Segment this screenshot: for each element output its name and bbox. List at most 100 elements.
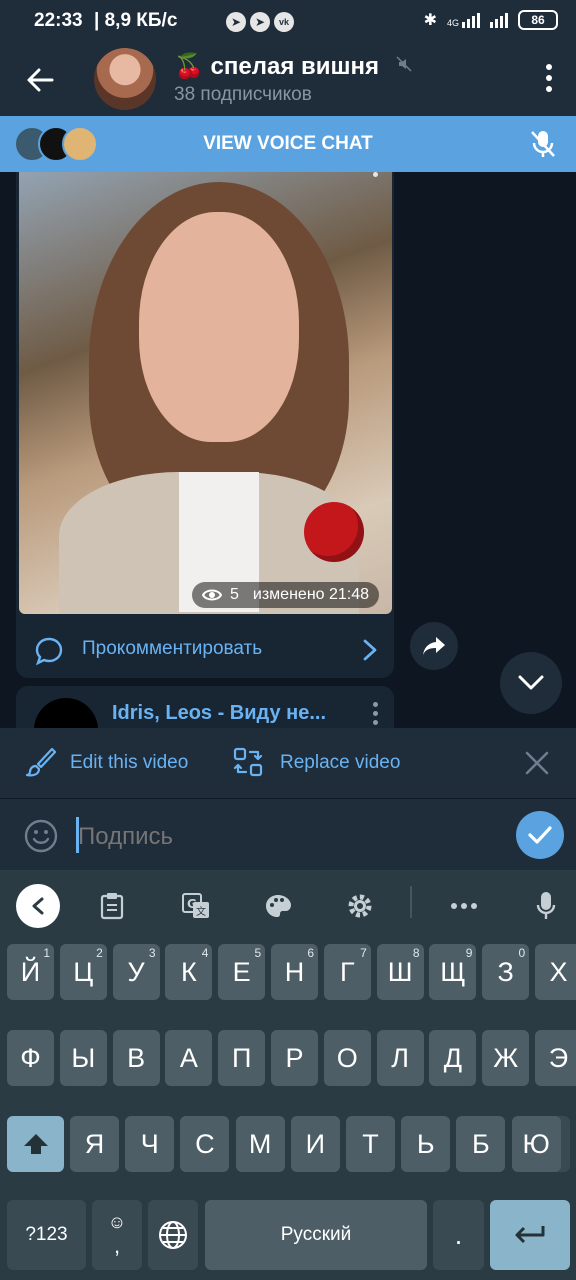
- voice-input-mic-icon[interactable]: [526, 888, 566, 924]
- voice-chat-bar[interactable]: VIEW VOICE CHAT: [0, 116, 576, 172]
- chevron-right-icon: [363, 639, 377, 661]
- shift-icon: [23, 1134, 48, 1154]
- letter-key[interactable]: Э: [535, 1030, 576, 1086]
- shift-key[interactable]: [7, 1116, 64, 1172]
- letter-key[interactable]: Ф: [7, 1030, 54, 1086]
- svg-text:文: 文: [196, 905, 206, 918]
- letter-key[interactable]: Д: [429, 1030, 477, 1086]
- key-label: Й: [20, 956, 41, 987]
- symbols-key[interactable]: ?123: [7, 1200, 86, 1270]
- key-label: З: [497, 956, 514, 987]
- letter-key[interactable]: Й1: [7, 944, 54, 1000]
- letter-key[interactable]: Ц2: [59, 944, 107, 1000]
- emoji-comma-key[interactable]: ☺ ,: [92, 1200, 142, 1270]
- brush-icon[interactable]: [24, 746, 56, 778]
- language-globe-key[interactable]: [148, 1200, 198, 1270]
- back-button[interactable]: [20, 60, 60, 100]
- status-time: 22:33: [34, 10, 83, 31]
- replace-video-button[interactable]: Replace video: [280, 752, 400, 774]
- channel-avatar[interactable]: [94, 48, 156, 110]
- audio-menu-icon[interactable]: [373, 702, 378, 725]
- key-label: Э: [548, 1042, 569, 1073]
- letter-key[interactable]: О: [323, 1030, 371, 1086]
- letter-key[interactable]: Ш8: [376, 944, 424, 1000]
- key-number-hint: 6: [307, 946, 314, 960]
- letter-key[interactable]: Б: [456, 1116, 506, 1172]
- letter-key[interactable]: Р: [271, 1030, 318, 1086]
- letter-key[interactable]: Е5: [218, 944, 266, 1000]
- check-icon: [528, 826, 552, 844]
- battery-icon: 86: [518, 10, 558, 30]
- letter-key[interactable]: К4: [165, 944, 213, 1000]
- close-icon[interactable]: [524, 750, 550, 776]
- key-label: Ш: [387, 956, 413, 987]
- period-key[interactable]: .: [433, 1200, 484, 1270]
- signal-icon: 4G: [446, 12, 480, 28]
- key-label: Ы: [71, 1042, 96, 1073]
- key-label: Г: [339, 956, 355, 987]
- letter-key[interactable]: Я: [70, 1116, 119, 1172]
- key-label: Ф: [20, 1042, 41, 1073]
- edit-video-button[interactable]: Edit this video: [70, 752, 188, 774]
- letter-key[interactable]: Г7: [323, 944, 371, 1000]
- key-label: А: [179, 1042, 198, 1073]
- caption-input[interactable]: [78, 823, 478, 851]
- letter-key[interactable]: Ч: [125, 1116, 175, 1172]
- letter-key[interactable]: В: [112, 1030, 160, 1086]
- replace-icon[interactable]: [232, 746, 264, 778]
- audio-track-title[interactable]: Idris, Leos - Виду не...: [112, 702, 326, 725]
- message-input-bar: [0, 798, 576, 870]
- letter-key[interactable]: У3: [112, 944, 160, 1000]
- space-key[interactable]: Русский: [205, 1200, 427, 1270]
- letter-key[interactable]: Ж: [482, 1030, 530, 1086]
- key-label: Я: [84, 1128, 105, 1159]
- scroll-down-button[interactable]: [500, 652, 562, 714]
- letter-key[interactable]: И: [290, 1116, 340, 1172]
- letter-key[interactable]: П: [218, 1030, 266, 1086]
- letter-key[interactable]: С: [180, 1116, 230, 1172]
- emoji-icon[interactable]: [24, 819, 58, 853]
- letter-key[interactable]: Щ9: [429, 944, 477, 1000]
- signal-icon: [490, 12, 508, 28]
- letter-key[interactable]: А: [165, 1030, 213, 1086]
- send-button[interactable]: [516, 811, 564, 859]
- letter-key[interactable]: Ю: [511, 1116, 561, 1172]
- keyboard-collapse-button[interactable]: [16, 884, 60, 928]
- letter-key[interactable]: З0: [482, 944, 530, 1000]
- letter-key[interactable]: Л: [376, 1030, 424, 1086]
- more-options-icon[interactable]: [444, 888, 484, 924]
- share-button[interactable]: [410, 622, 458, 670]
- mic-off-icon[interactable]: [528, 128, 558, 160]
- translate-icon[interactable]: G文: [176, 888, 216, 924]
- key-label: И: [305, 1128, 325, 1159]
- enter-key[interactable]: [490, 1200, 570, 1270]
- bluetooth-icon: ✱: [423, 12, 437, 29]
- subscriber-count: 38 подписчиков: [174, 84, 312, 105]
- chat-area[interactable]: 5 изменено 21:48 Прокомментировать Idris…: [0, 172, 576, 728]
- letter-key[interactable]: Х: [535, 944, 576, 1000]
- status-icons: ✱ 4G 86: [424, 10, 558, 30]
- letter-key[interactable]: Ь: [401, 1116, 451, 1172]
- key-label: Б: [472, 1128, 490, 1159]
- clipboard-icon[interactable]: [92, 888, 132, 924]
- letter-key[interactable]: М: [235, 1116, 285, 1172]
- key-label: П: [231, 1042, 252, 1073]
- theme-palette-icon[interactable]: [258, 888, 298, 924]
- network-type: 4G: [446, 17, 459, 28]
- status-network-speed: | 8,9 КБ/с: [94, 10, 178, 31]
- view-voice-chat-label[interactable]: VIEW VOICE CHAT: [0, 133, 576, 155]
- key-number-hint: 8: [412, 946, 420, 960]
- video-thumbnail[interactable]: [19, 172, 392, 614]
- comment-label[interactable]: Прокомментировать: [82, 638, 262, 660]
- more-menu-button[interactable]: [544, 64, 554, 92]
- key-label: Щ: [440, 956, 466, 987]
- letter-key[interactable]: Т: [346, 1116, 395, 1172]
- chat-header: 🍒 спелая вишня 38 подписчиков: [0, 44, 576, 116]
- letter-key[interactable]: Н6: [271, 944, 318, 1000]
- video-menu-icon[interactable]: [373, 172, 378, 177]
- settings-gear-icon[interactable]: [340, 888, 380, 924]
- channel-title[interactable]: 🍒 спелая вишня: [174, 52, 379, 81]
- comma-key-glyph: ,: [113, 1232, 121, 1258]
- letter-key[interactable]: Ы: [59, 1030, 107, 1086]
- share-icon: [423, 637, 445, 655]
